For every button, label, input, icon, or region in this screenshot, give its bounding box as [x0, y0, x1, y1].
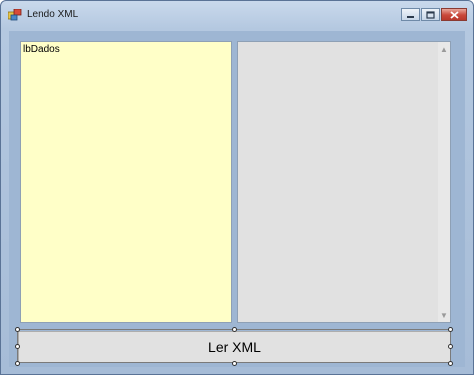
title-bar[interactable]: Lendo XML [1, 1, 473, 29]
read-xml-button-label: Ler XML [208, 339, 261, 355]
close-button[interactable] [441, 8, 467, 21]
resize-handle-right[interactable] [448, 344, 453, 349]
resize-handle-bottom-left[interactable] [15, 361, 20, 366]
minimize-icon [407, 15, 414, 18]
window-title: Lendo XML [27, 9, 79, 20]
form-client-area: lbDados ▲ ▼ Ler XML [9, 31, 465, 367]
vertical-scrollbar[interactable]: ▲ ▼ [438, 42, 450, 322]
form-window: Lendo XML lbDados ▲ ▼ Ler XML [0, 0, 474, 375]
read-xml-button[interactable]: Ler XML [18, 331, 451, 363]
window-controls [401, 8, 467, 22]
resize-handle-left[interactable] [15, 344, 20, 349]
secondary-listbox[interactable]: ▲ ▼ [237, 41, 451, 323]
maximize-button[interactable] [421, 8, 440, 21]
resize-handle-top-right[interactable] [448, 327, 453, 332]
chevron-down-icon: ▼ [440, 310, 448, 320]
lbdados-listbox[interactable]: lbDados [20, 41, 232, 323]
resize-handle-top[interactable] [232, 327, 237, 332]
resize-handle-top-left[interactable] [15, 327, 20, 332]
close-icon [449, 10, 459, 19]
listbox-name-label: lbDados [23, 44, 60, 55]
chevron-up-icon: ▲ [440, 44, 448, 54]
scroll-up-button[interactable]: ▲ [438, 43, 450, 55]
scroll-down-button[interactable]: ▼ [438, 309, 450, 321]
app-icon [8, 9, 22, 21]
minimize-button[interactable] [401, 8, 420, 21]
resize-handle-bottom[interactable] [232, 361, 237, 366]
maximize-icon [426, 10, 435, 19]
resize-handle-bottom-right[interactable] [448, 361, 453, 366]
